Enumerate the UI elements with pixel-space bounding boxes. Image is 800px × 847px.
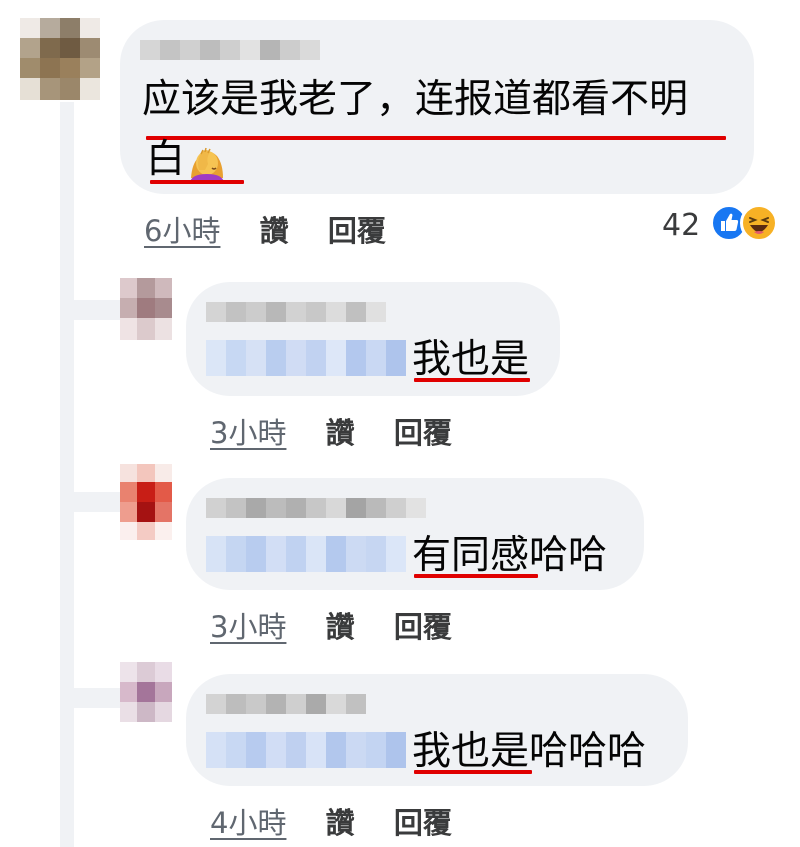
like-button[interactable]: 讚	[326, 416, 355, 450]
reply-connector	[60, 300, 120, 320]
author-name-blurred[interactable]	[140, 40, 320, 60]
author-name-blurred[interactable]	[206, 498, 426, 518]
comment-meta: 6小時 讚 回覆	[144, 208, 386, 250]
avatar[interactable]	[120, 278, 172, 340]
reply-text: 我也是哈哈哈	[412, 728, 646, 775]
reply-button[interactable]: 回覆	[394, 416, 452, 450]
reply-bubble: 我也是哈哈哈	[186, 674, 688, 786]
mention-tag-blurred[interactable]	[206, 536, 406, 572]
comment-time[interactable]: 6小時	[144, 214, 220, 248]
highlight-underline	[414, 574, 538, 578]
reply-text-rest: 哈哈哈	[529, 729, 647, 774]
reply-text: 有同感哈哈	[412, 532, 607, 579]
reaction-count[interactable]: 42	[662, 208, 700, 243]
reply-meta: 3小時 讚 回覆	[210, 410, 452, 452]
avatar[interactable]	[120, 662, 172, 722]
facepalm-woman-emoji	[186, 140, 228, 182]
highlight-underline	[414, 378, 530, 382]
like-button[interactable]: 讚	[260, 214, 289, 248]
mention-tag-blurred[interactable]	[206, 340, 406, 376]
author-name-blurred[interactable]	[206, 302, 386, 322]
reply-text-underlined: 我也是	[412, 729, 530, 774]
reply-meta: 4小時 讚 回覆	[210, 800, 452, 842]
reply-connector	[60, 492, 120, 512]
reply-button[interactable]: 回覆	[394, 806, 452, 840]
reply-text-rest: 哈哈	[529, 533, 608, 578]
like-button[interactable]: 讚	[326, 806, 355, 840]
comment-text-line1: 应该是我老了，连报道都看不明	[142, 77, 689, 122]
author-name-blurred[interactable]	[206, 694, 366, 714]
highlight-underline	[146, 136, 726, 140]
reply-meta: 3小時 讚 回覆	[210, 604, 452, 646]
reply-time[interactable]: 3小時	[210, 416, 286, 450]
highlight-underline	[414, 770, 532, 774]
avatar[interactable]	[120, 464, 172, 540]
haha-icon	[740, 204, 778, 242]
reply-time[interactable]: 3小時	[210, 610, 286, 644]
thread-line	[60, 102, 74, 847]
reply-text-underlined: 有同感	[412, 533, 530, 578]
reply-connector	[60, 688, 120, 708]
reply-time[interactable]: 4小時	[210, 806, 286, 840]
avatar[interactable]	[20, 18, 100, 100]
like-button[interactable]: 讚	[326, 610, 355, 644]
reply-text: 我也是	[412, 337, 530, 382]
reply-bubble: 有同感哈哈	[186, 478, 644, 590]
highlight-underline	[150, 180, 244, 184]
mention-tag-blurred[interactable]	[206, 732, 406, 768]
reply-bubble: 我也是	[186, 282, 560, 396]
reply-button[interactable]: 回覆	[394, 610, 452, 644]
comment-text-line2: 白	[146, 137, 186, 182]
reply-button[interactable]: 回覆	[328, 214, 386, 248]
comment-bubble: 应该是我老了，连报道都看不明 白	[120, 20, 754, 194]
